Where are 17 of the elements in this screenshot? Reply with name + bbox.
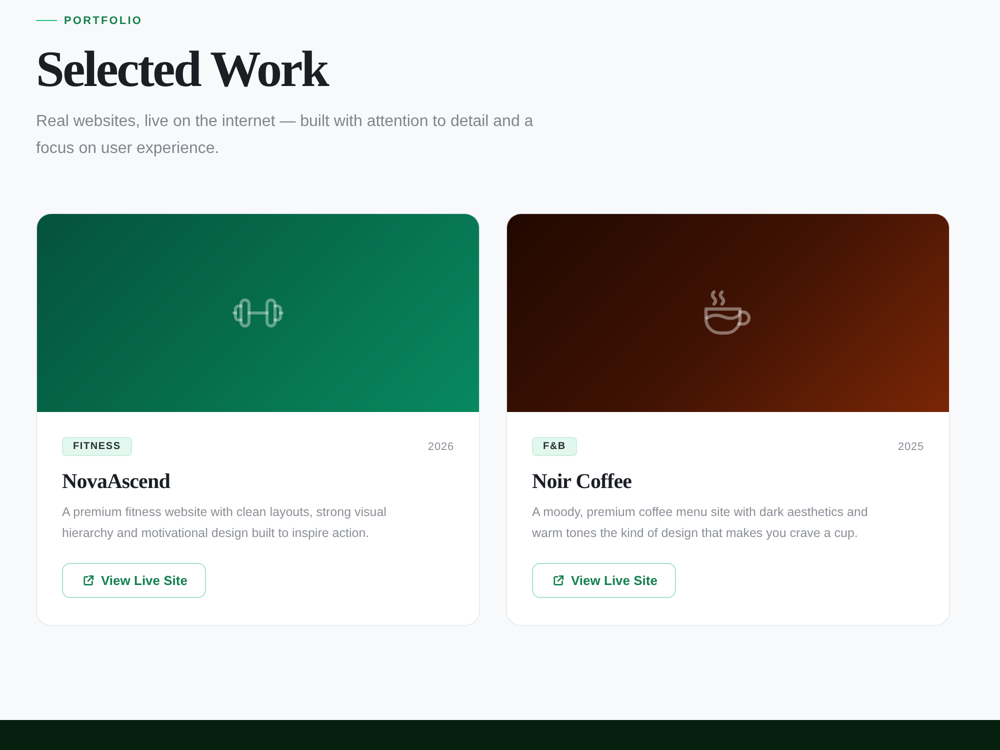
project-description: A premium fitness website with clean layouts, strong visual hierarchy and motivational design built to inspire action. — [62, 504, 388, 542]
view-live-site-button[interactable]: View Live Site — [532, 563, 676, 598]
section-eyebrow: PORTFOLIO — [64, 14, 143, 26]
category-tag: FITNESS — [62, 437, 132, 456]
coffee-cup-icon — [703, 289, 753, 337]
view-live-site-button[interactable]: View Live Site — [62, 563, 206, 598]
section-subtitle: Real websites, live on the internet — built with attention to detail and a focus on user experience. — [36, 112, 534, 159]
external-link-icon — [553, 575, 564, 586]
project-description: A moody, premium coffee menu site with dark aesthetics and warm tones the kind of design that makes you crave a cup. — [532, 504, 869, 542]
project-year: 2025 — [898, 440, 924, 452]
project-title: NovaAscend — [62, 468, 170, 494]
project-title: Noir Coffee — [532, 468, 632, 494]
category-tag: F&B — [532, 437, 577, 456]
project-year: 2026 — [428, 440, 454, 452]
external-link-icon — [83, 575, 94, 586]
section-title: Selected Work — [36, 42, 328, 98]
accent-line — [36, 20, 57, 22]
